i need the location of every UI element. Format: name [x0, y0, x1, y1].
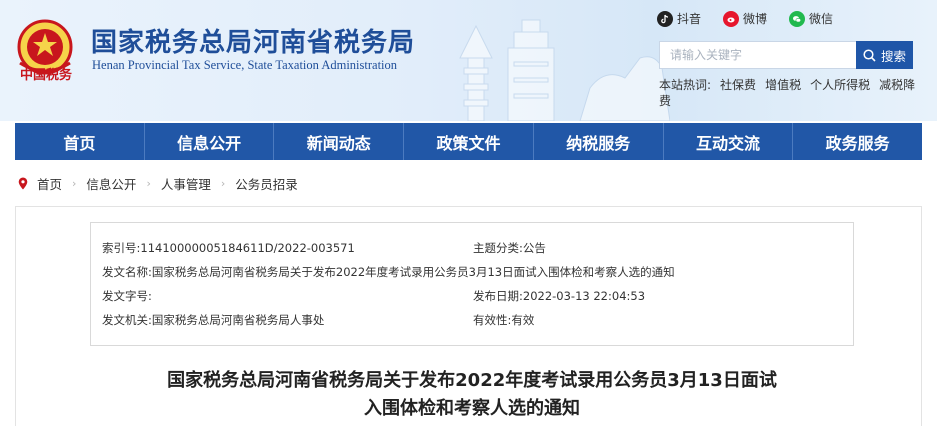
site-title[interactable]: 国家税务总局河南省税务局 — [91, 22, 415, 59]
article-title: 国家税务总局河南省税务局关于发布2022年度考试录用公务员3月13日面试 入围体… — [90, 367, 854, 423]
article-title-line-2: 入围体检和考察人选的通知 — [364, 398, 580, 419]
social-douyin[interactable]: 抖音 — [657, 10, 701, 27]
chevron-right-icon: › — [72, 177, 77, 190]
social-douyin-label: 抖音 — [677, 12, 702, 26]
breadcrumb-home[interactable]: 首页 — [37, 174, 62, 193]
article-title-line-1: 国家税务总局河南省税务局关于发布2022年度考试录用公务员3月13日面试 — [167, 370, 777, 391]
meta-topic: 主题分类:公告 — [473, 241, 546, 255]
search-button-label: 搜索 — [880, 48, 906, 64]
meta-index: 索引号:11410000005184611D/2022-003571 — [102, 241, 355, 255]
search-input[interactable] — [659, 41, 856, 69]
social-weibo[interactable]: 微博 — [723, 10, 767, 27]
wechat-icon — [789, 10, 806, 27]
breadcrumb-civil-servant-recruitment[interactable]: 公务员招录 — [235, 174, 298, 193]
hot-word[interactable]: 社保费 — [720, 78, 756, 92]
hot-word[interactable]: 增值税 — [765, 78, 801, 92]
weibo-icon — [723, 10, 740, 27]
meta-row: 发文名称:国家税务总局河南省税务局关于发布2022年度考试录用公务员3月13日面… — [91, 263, 853, 281]
search-box: 搜索 — [659, 41, 913, 69]
social-wechat[interactable]: 微信 — [789, 10, 833, 27]
nav-item-tax-service[interactable]: 纳税服务 — [534, 123, 664, 160]
meta-row: 发文机关:国家税务总局河南省税务局人事处 有效性:有效 — [91, 311, 853, 329]
search-icon — [863, 48, 876, 62]
site-header: 中国税务 国家税务总局河南省税务局 Henan Provincial Tax S… — [0, 0, 937, 121]
main-nav: 首页 信息公开 新闻动态 政策文件 纳税服务 互动交流 政务服务 — [15, 123, 922, 160]
social-weibo-label: 微博 — [743, 12, 768, 26]
douyin-icon — [657, 10, 673, 27]
breadcrumb-info-disclosure[interactable]: 信息公开 — [86, 174, 136, 193]
breadcrumb-personnel[interactable]: 人事管理 — [161, 174, 211, 193]
city-skyline-decoration — [459, 19, 670, 121]
nav-item-info-disclosure[interactable]: 信息公开 — [145, 123, 275, 160]
nav-item-policy[interactable]: 政策文件 — [404, 123, 534, 160]
document-metadata-table: 索引号:11410000005184611D/2022-003571 主题分类:… — [90, 222, 854, 346]
nav-item-gov-service[interactable]: 政务服务 — [793, 123, 922, 160]
hot-word[interactable]: 个人所得税 — [810, 78, 870, 92]
nav-item-home[interactable]: 首页 — [15, 123, 145, 160]
meta-doc-number: 发文字号: — [102, 289, 152, 303]
hot-words-label: 本站热词: — [659, 78, 712, 92]
meta-issuing-org: 发文机关:国家税务总局河南省税务局人事处 — [102, 313, 325, 327]
meta-row: 索引号:11410000005184611D/2022-003571 主题分类:… — [91, 239, 853, 257]
hot-words: 本站热词: 社保费 增值税 个人所得税 减税降费 — [659, 77, 931, 109]
breadcrumb: 首页 › 信息公开 › 人事管理 › 公务员招录 — [18, 174, 298, 193]
svg-text:中国税务: 中国税务 — [20, 67, 73, 83]
nav-item-news[interactable]: 新闻动态 — [274, 123, 405, 160]
nav-item-interaction[interactable]: 互动交流 — [664, 123, 794, 160]
chevron-right-icon: › — [146, 177, 151, 190]
chevron-right-icon: › — [220, 177, 226, 190]
social-wechat-label: 微信 — [809, 12, 834, 26]
meta-doc-name: 发文名称:国家税务总局河南省税务局关于发布2022年度考试录用公务员3月13日面… — [102, 265, 675, 279]
meta-validity: 有效性:有效 — [473, 313, 535, 327]
site-title-english: Henan Provincial Tax Service, State Taxa… — [92, 58, 398, 72]
location-pin-icon — [18, 177, 28, 190]
meta-row: 发文字号: 发布日期:2022-03-13 22:04:53 — [91, 287, 853, 305]
china-tax-logo-text: 中国税务 — [20, 67, 73, 83]
search-button[interactable]: 搜索 — [856, 41, 913, 69]
meta-publish-date: 发布日期:2022-03-13 22:04:53 — [473, 289, 646, 303]
social-links: 抖音 微博 微信 — [657, 10, 855, 27]
